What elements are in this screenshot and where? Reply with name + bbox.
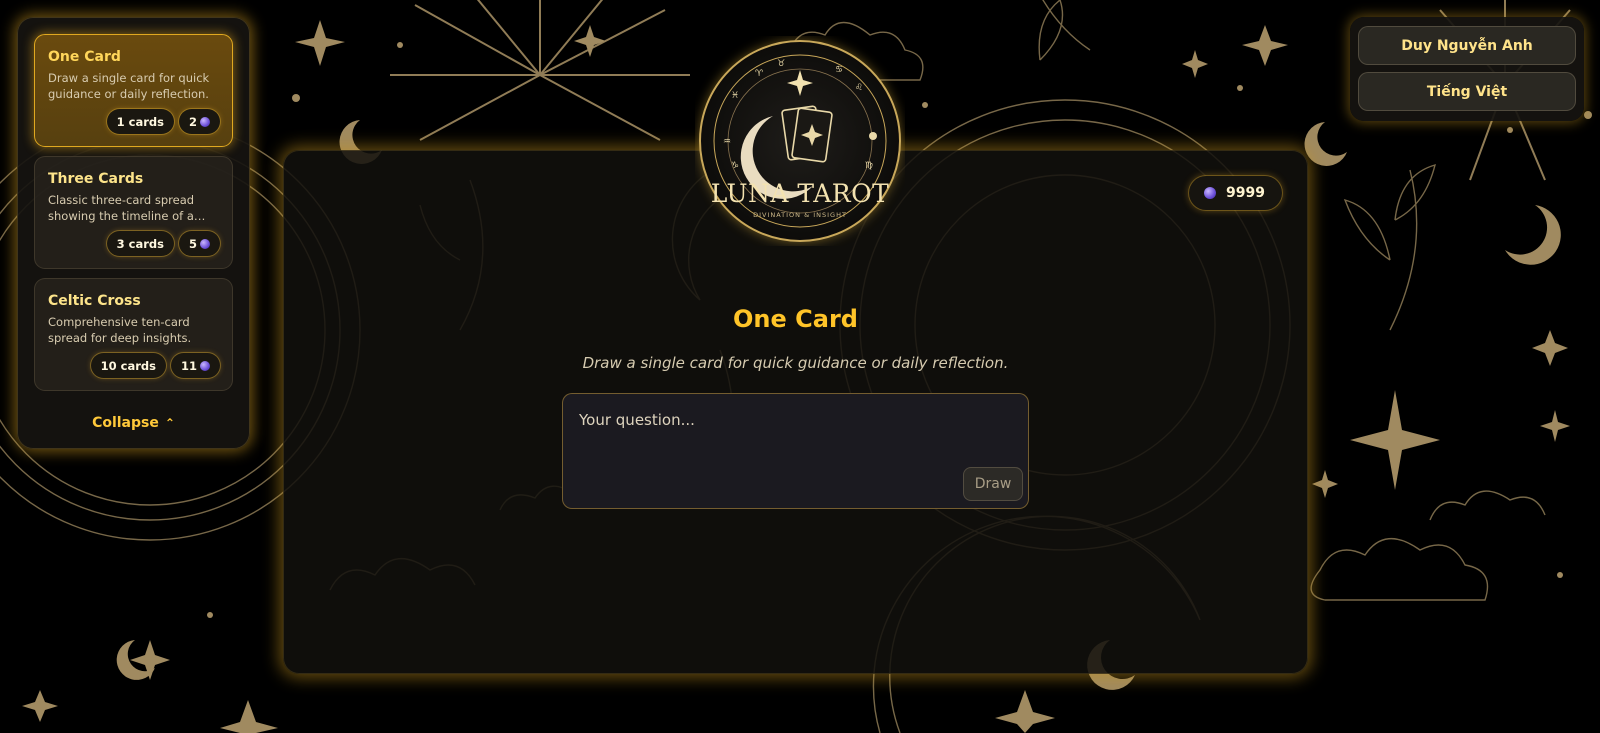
user-menu: Duy Nguyễn Anh Tiếng Việt: [1350, 17, 1584, 121]
svg-text:♍: ♍: [865, 161, 873, 171]
chevron-up-icon: ⌃: [164, 416, 175, 430]
cost-value: 5: [188, 236, 197, 251]
language-button[interactable]: Tiếng Việt: [1358, 72, 1576, 111]
spread-title: Three Cards: [48, 171, 144, 187]
svg-text:♈: ♈: [755, 69, 764, 79]
spread-description: Draw a single card for quick guidance or…: [48, 71, 210, 101]
spread-option-one-card[interactable]: One Card Draw a single card for quick gu…: [34, 34, 233, 147]
question-box: Draw: [562, 393, 1029, 509]
cost-value: 11: [180, 358, 197, 373]
spread-description: Classic three-card spread showing the ti…: [48, 193, 206, 223]
svg-text:♓: ♓: [731, 91, 739, 101]
spread-title: Celtic Cross: [48, 293, 141, 309]
logo-tagline: DIVINATION & INSIGHT: [753, 211, 847, 219]
crystal-ball-icon: [1204, 187, 1217, 199]
cost-badge: 5: [178, 231, 220, 256]
svg-text:♌: ♌: [855, 83, 863, 93]
spread-option-three-cards[interactable]: Three Cards Classic three-card spread sh…: [34, 156, 233, 269]
credits-value: 9999: [1226, 185, 1265, 201]
spread-badges: 1 cards 2: [106, 109, 220, 134]
card-count-badge: 10 cards: [90, 353, 166, 378]
spread-title: One Card: [48, 49, 121, 65]
card-count-badge: 1 cards: [106, 109, 174, 134]
svg-text:♒: ♒: [723, 137, 731, 147]
svg-text:♉: ♉: [777, 59, 785, 69]
spread-option-celtic-cross[interactable]: Celtic Cross Comprehensive ten-card spre…: [34, 278, 233, 391]
crystal-ball-icon: [200, 238, 210, 249]
spread-badges: 10 cards 11: [90, 353, 220, 378]
spread-badges: 3 cards 5: [106, 231, 220, 256]
spread-heading: One Card: [733, 305, 858, 333]
user-account-button[interactable]: Duy Nguyễn Anh: [1358, 26, 1576, 65]
collapse-button[interactable]: Collapse ⌃: [17, 415, 250, 431]
draw-button[interactable]: Draw: [963, 467, 1023, 501]
crystal-ball-icon: [200, 116, 210, 127]
cost-badge: 2: [178, 109, 220, 134]
spread-sidebar: One Card Draw a single card for quick gu…: [17, 17, 250, 449]
credits-badge: 9999: [1189, 176, 1282, 210]
collapse-label: Collapse: [92, 415, 159, 431]
spread-subtitle: Draw a single card for quick guidance or…: [582, 354, 1009, 372]
spread-description: Comprehensive ten-card spread for deep i…: [48, 315, 192, 345]
crystal-ball-icon: [200, 360, 210, 371]
cost-value: 2: [188, 114, 197, 129]
cost-badge: 11: [170, 353, 220, 378]
luna-tarot-logo: ♈ ♉ ♋ ♌ ♓ ♒ ♍ ♑ LUNA TAROT DIVINATION & INSI…: [695, 36, 905, 246]
svg-text:♑: ♑: [731, 161, 739, 171]
card-count-badge: 3 cards: [106, 231, 174, 256]
svg-text:♋: ♋: [835, 65, 843, 75]
logo-title: LUNA TAROT: [710, 179, 890, 208]
question-input[interactable]: [579, 411, 1012, 429]
